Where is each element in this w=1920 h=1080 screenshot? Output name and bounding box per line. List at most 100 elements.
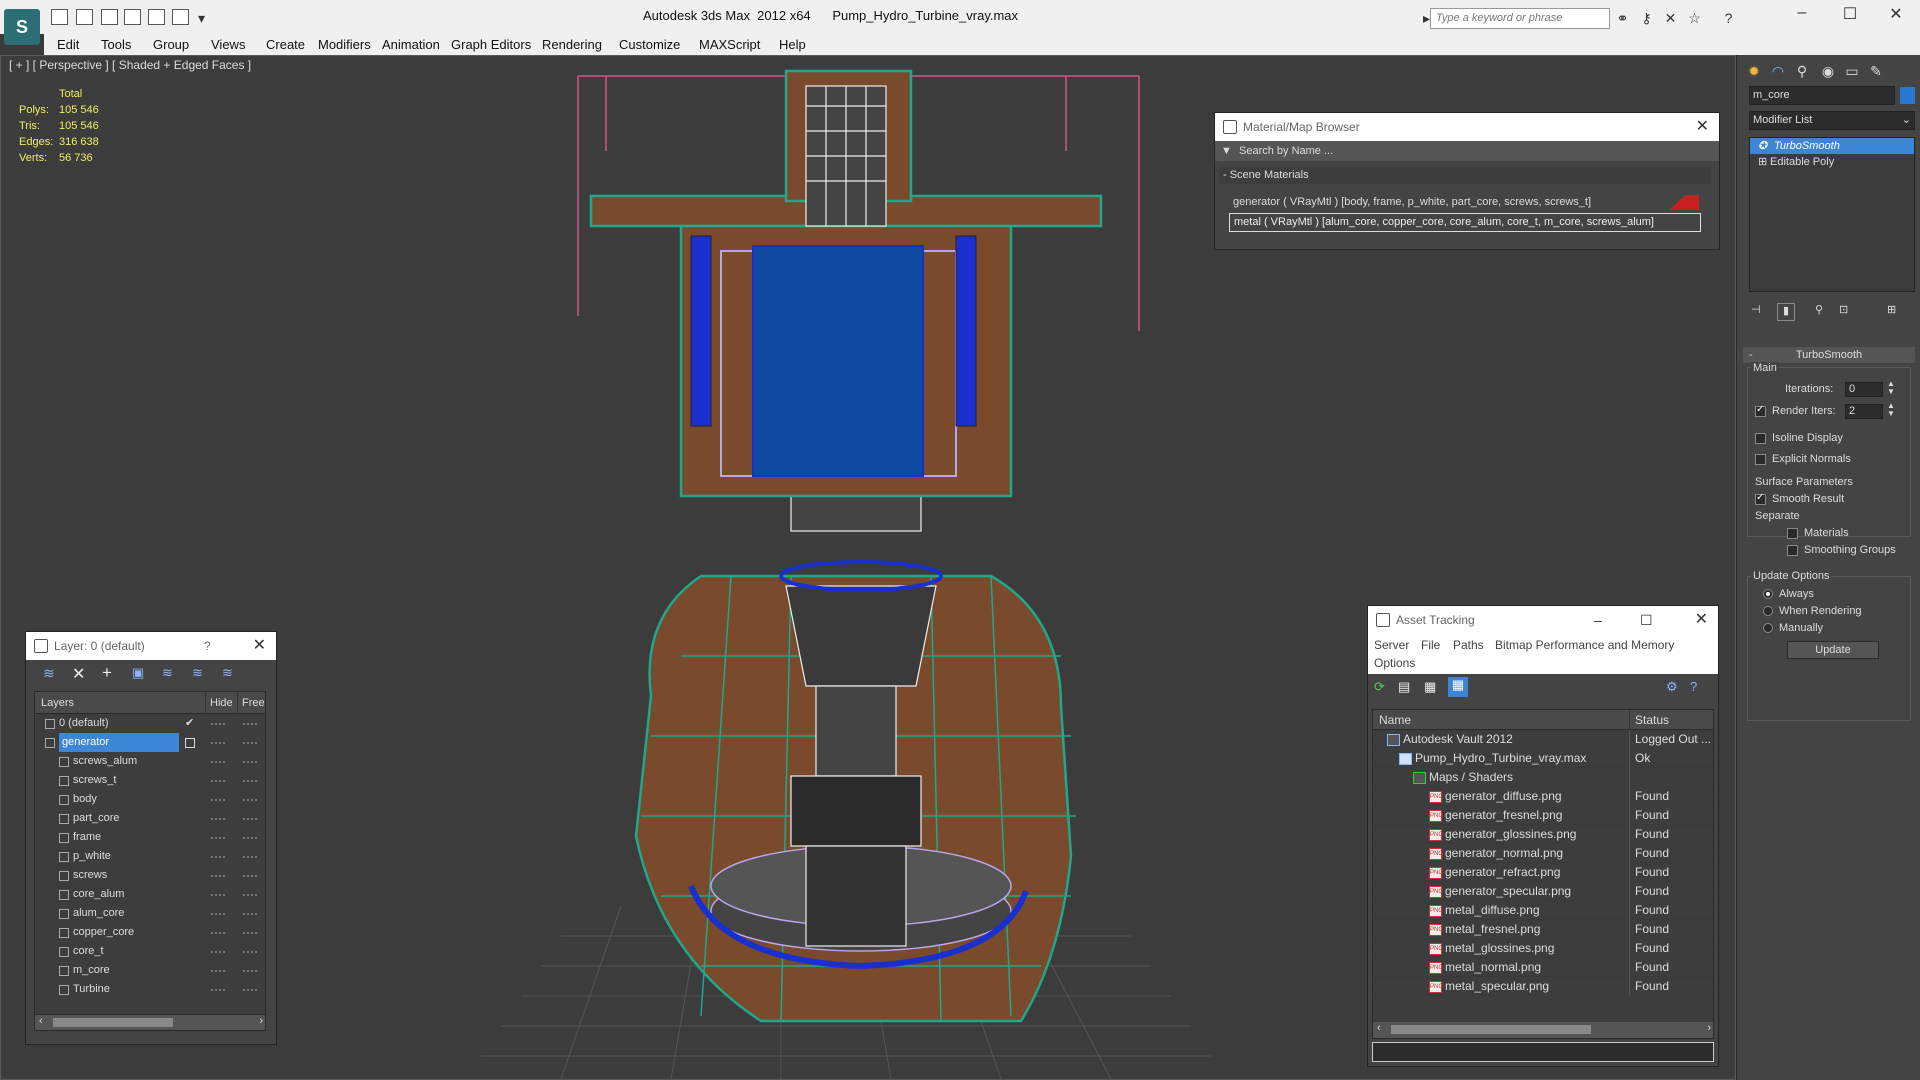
menu-maxscript[interactable]: MAXScript [699,37,760,52]
asset-scrollbar[interactable]: ‹ › [1373,1022,1713,1038]
asset-row[interactable]: PNG metal_normal.png Found [1373,958,1713,977]
menu-graph-editors[interactable]: Graph Editors [451,37,531,52]
layer-row[interactable]: generator [37,733,262,752]
scene-materials-header[interactable]: - Scene Materials [1219,167,1711,184]
layer-object-row[interactable]: screws [37,866,262,885]
asset-row[interactable]: PNG generator_fresnel.png Found [1373,806,1713,825]
asset-row[interactable]: PNG generator_specular.png Found [1373,882,1713,901]
highlight-layer-icon[interactable]: ≋ [162,665,173,681]
material-browser-titlebar[interactable]: Material/Map Browser ✕ [1215,113,1719,141]
hide-toggle[interactable] [211,970,225,972]
layer-object-row[interactable]: Turbine [37,980,262,999]
tools-icon[interactable]: ✕ [1662,10,1679,26]
close-window-button[interactable]: ✕ [1876,4,1916,26]
freeze-toggle[interactable] [243,932,257,934]
layer-object-row[interactable]: frame [37,828,262,847]
freeze-toggle[interactable] [243,818,257,820]
asset-row[interactable]: Maps / Shaders [1373,768,1713,787]
freeze-toggle[interactable] [243,970,257,972]
asset-menu-file[interactable]: File [1421,638,1440,652]
layer-object-row[interactable]: alum_core [37,904,262,923]
save-file-icon[interactable] [76,9,93,25]
make-unique-icon[interactable]: ⚲ [1815,303,1823,316]
asset-scroll-thumb[interactable] [1391,1025,1591,1034]
menu-rendering[interactable]: Rendering [542,37,602,52]
refresh-icon[interactable]: ⟳ [1374,679,1385,695]
app-logo[interactable]: S [4,9,40,45]
layer-object-row[interactable]: copper_core [37,923,262,942]
pin-stack-icon[interactable]: ⊣ [1751,303,1761,316]
table-view-icon[interactable]: ▦ [1448,677,1468,697]
display-tab-icon[interactable]: ▭ [1841,60,1863,82]
asset-row[interactable]: PNG metal_glossines.png Found [1373,939,1713,958]
hide-toggle[interactable] [211,989,225,991]
configure-sets-icon[interactable]: ⊞ [1887,303,1896,316]
layer-object-row[interactable]: m_core [37,961,262,980]
hide-toggle[interactable] [211,742,225,744]
asset-menu-options[interactable]: Options [1374,656,1415,670]
iterations-spinner[interactable]: 0 [1845,382,1883,397]
asset-row[interactable]: PNG generator_refract.png Found [1373,863,1713,882]
separate-materials-checkbox[interactable]: Materials [1787,527,1849,539]
menu-edit[interactable]: Edit [57,37,79,52]
render-iters-spinner[interactable]: 2 [1845,404,1883,419]
layer-object-row[interactable]: core_alum [37,885,262,904]
smooth-result-checkbox[interactable]: Smooth Result [1755,492,1844,505]
render-iters-spin-arrows[interactable]: ▲ ▼ [1887,402,1895,418]
freeze-toggle[interactable] [243,742,257,744]
maximize-button[interactable]: ☐ [1830,4,1870,26]
menu-group[interactable]: Group [153,37,189,52]
layer-object-row[interactable]: body [37,790,262,809]
object-color-swatch[interactable] [1900,87,1915,104]
layer-object-row[interactable]: core_t [37,942,262,961]
column-freeze[interactable]: Freeze [237,692,265,714]
freeze-toggle[interactable] [243,951,257,953]
freeze-all-layers-icon[interactable]: ≋ [222,665,233,681]
asset-scroll-left-icon[interactable]: ‹ [1377,1022,1381,1034]
iterations-spin-arrows[interactable]: ▲ ▼ [1887,380,1895,396]
frame-icon[interactable] [172,9,189,25]
material-row[interactable]: metal ( VRayMtl ) [alum_core, copper_cor… [1229,213,1701,232]
stack-item-turbosmooth[interactable]: ✪ TurboSmooth [1750,138,1914,154]
column-name[interactable]: Name [1379,710,1411,730]
asset-row[interactable]: PNG generator_glossines.png Found [1373,825,1713,844]
layer-object-row[interactable]: part_core [37,809,262,828]
list-view-icon[interactable]: ▤ [1398,679,1410,695]
open-file-icon[interactable] [51,9,68,25]
layer-window-close-button[interactable]: ✕ [253,632,266,660]
asset-row[interactable]: Pump_Hydro_Turbine_vray.max Ok [1373,749,1713,768]
material-search-input[interactable]: Search by Name ... [1239,145,1333,157]
column-layers[interactable]: Layers [41,692,74,714]
layer-object-row[interactable]: screws_alum [37,752,262,771]
modify-tab-icon[interactable]: ◠ [1767,60,1789,82]
copy-icon[interactable] [124,9,141,25]
current-layer-icon[interactable] [185,738,195,748]
layer-help-button[interactable]: ? [204,632,211,660]
freeze-toggle[interactable] [243,875,257,877]
hide-toggle[interactable] [211,856,225,858]
vault-settings-icon[interactable]: ⚙ [1666,679,1678,695]
update-button[interactable]: Update [1787,641,1879,659]
asset-row[interactable]: PNG generator_normal.png Found [1373,844,1713,863]
column-hide[interactable]: Hide [205,692,233,714]
viewport-label[interactable]: [ + ] [ Perspective ] [ Shaded + Edged F… [9,58,251,72]
hide-toggle[interactable] [211,780,225,782]
vault-help-icon[interactable]: ? [1690,679,1697,694]
menu-customize[interactable]: Customize [619,37,680,52]
freeze-toggle[interactable] [243,723,257,725]
freeze-toggle[interactable] [243,837,257,839]
asset-path-field[interactable] [1372,1042,1714,1062]
asset-menu-server[interactable]: Server [1374,638,1409,652]
delete-layer-icon[interactable]: ✕ [72,664,85,684]
layer-list[interactable]: Layers Hide Freeze 0 (default) ✔ generator… [34,691,266,1031]
chevron-down-icon[interactable]: ⌄ [1902,112,1911,129]
layer-row[interactable]: 0 (default) ✔ [37,714,262,733]
asset-close-button[interactable]: ✕ [1695,606,1708,634]
freeze-toggle[interactable] [243,761,257,763]
scroll-thumb[interactable] [53,1018,173,1027]
window-icon[interactable] [148,9,165,25]
modifier-stack[interactable]: ✪ TurboSmooth ⊞ Editable Poly [1749,137,1915,292]
hide-toggle[interactable] [211,913,225,915]
asset-row[interactable]: PNG generator_diffuse.png Found [1373,787,1713,806]
layer-scrollbar[interactable]: ‹ › [35,1014,265,1030]
